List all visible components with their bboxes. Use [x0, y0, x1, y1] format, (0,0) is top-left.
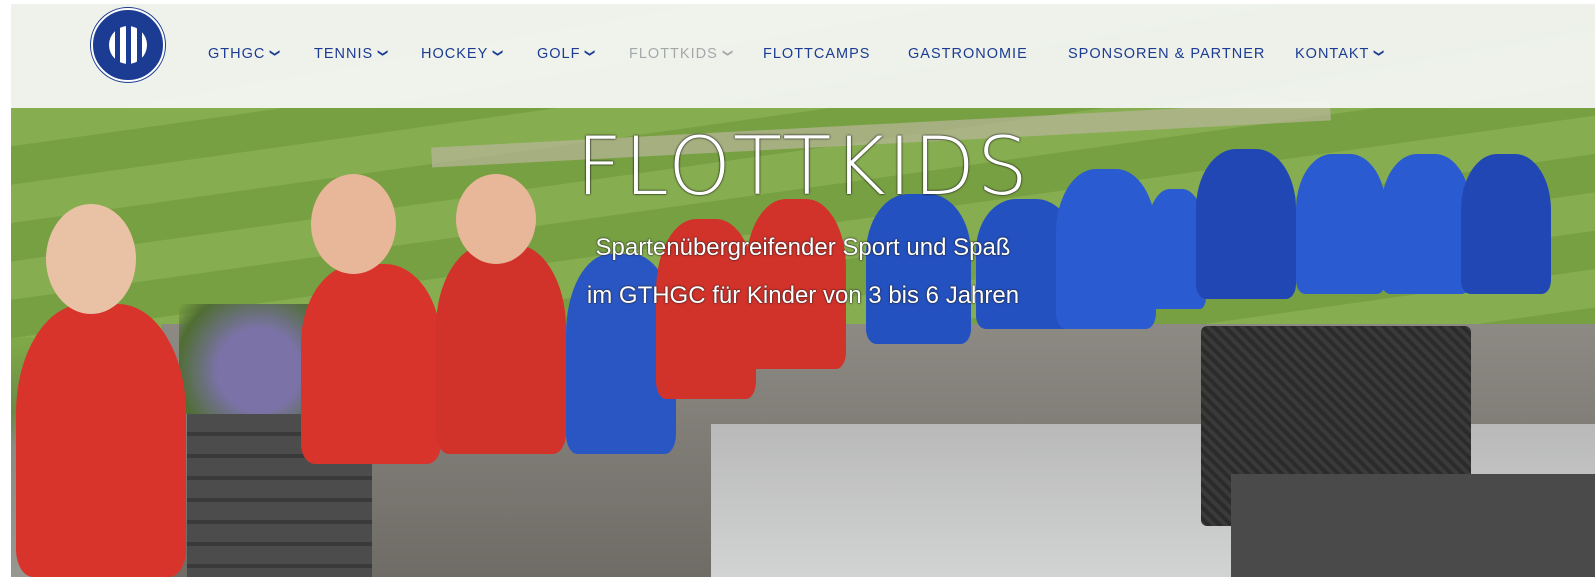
hero-title: FLOTTKIDS	[576, 120, 1030, 213]
nav-item-label: GOLF	[537, 46, 581, 62]
nav-item-tennis[interactable]: TENNIS ❯	[314, 46, 388, 62]
top-navbar: GTHGC ❯ TENNIS ❯ HOCKEY ❯ GOLF ❯ FLOTTKIDS ❯ …	[11, 4, 1595, 108]
nav-item-hockey[interactable]: HOCKEY ❯	[421, 46, 503, 62]
nav-item-gastronomie[interactable]: GASTRONOMIE	[908, 46, 1028, 62]
nav-item-flottcamps[interactable]: FLOTTCAMPS	[763, 46, 870, 62]
nav-item-golf[interactable]: GOLF ❯	[537, 46, 596, 62]
nav-item-label: KONTAKT	[1295, 46, 1370, 62]
logo-emblem	[109, 26, 147, 64]
nav-item-label: TENNIS	[314, 46, 374, 62]
nav-item-label: GTHGC	[208, 46, 266, 62]
hero-subtitle-line1: Spartenübergreifender Sport und Spaß	[595, 234, 1011, 261]
chevron-down-icon: ❯	[721, 48, 733, 59]
nav-item-label: HOCKEY	[421, 46, 489, 62]
hero-child	[866, 194, 971, 344]
chevron-down-icon: ❯	[492, 48, 504, 59]
hero-child	[436, 244, 566, 454]
nav-item-gthgc[interactable]: GTHGC ❯	[208, 46, 281, 62]
nav-item-label: GASTRONOMIE	[908, 46, 1028, 62]
hero-subtitle-line2: im GTHGC für Kinder von 3 bis 6 Jahren	[586, 282, 1020, 309]
chevron-down-icon: ❯	[377, 48, 389, 59]
chevron-down-icon: ❯	[1373, 48, 1385, 59]
nav-item-label: FLOTTKIDS	[629, 46, 718, 62]
nav-item-label: FLOTTCAMPS	[763, 46, 871, 62]
nav-item-kontakt[interactable]: KONTAKT ❯	[1295, 46, 1385, 62]
chevron-down-icon: ❯	[584, 48, 596, 59]
chevron-down-icon: ❯	[269, 48, 281, 59]
nav-item-label: SPONSOREN & PARTNER	[1068, 46, 1266, 62]
nav-item-sponsoren-partner[interactable]: SPONSOREN & PARTNER	[1068, 46, 1265, 62]
hero-child	[16, 304, 186, 577]
club-logo[interactable]	[91, 8, 165, 82]
page: GTHGC ❯ TENNIS ❯ HOCKEY ❯ GOLF ❯ FLOTTKIDS ❯ …	[11, 4, 1595, 577]
hero-table	[1231, 474, 1595, 577]
nav-item-flottkids[interactable]: FLOTTKIDS ❯	[629, 46, 733, 62]
